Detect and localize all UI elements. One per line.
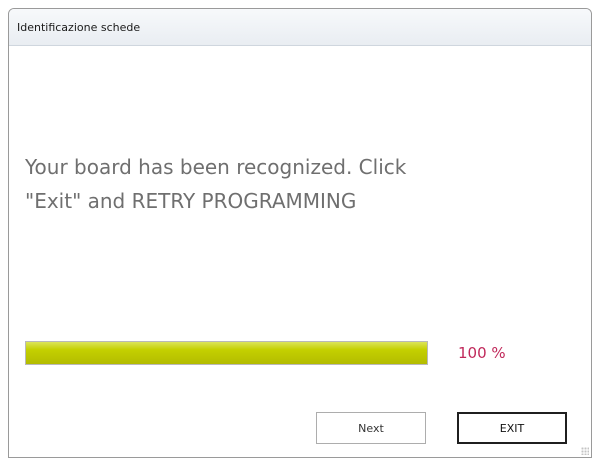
status-message: Your board has been recognized. Click "E…	[25, 150, 545, 218]
progress-bar	[25, 341, 428, 365]
dialog-window: Identificazione schede Your board has be…	[8, 8, 592, 458]
next-button[interactable]: Next	[316, 412, 426, 444]
exit-button[interactable]: EXIT	[457, 412, 567, 444]
progress-percent-label: 100 %	[458, 344, 506, 362]
title-bar[interactable]: Identificazione schede	[9, 9, 591, 46]
window-title: Identificazione schede	[17, 21, 141, 34]
status-message-line-2: "Exit" and RETRY PROGRAMMING	[25, 189, 357, 213]
resize-grip[interactable]	[581, 447, 589, 455]
dialog-content: Your board has been recognized. Click "E…	[9, 46, 591, 457]
progress-bar-fill	[26, 342, 427, 364]
status-message-line-1: Your board has been recognized. Click	[25, 155, 407, 179]
